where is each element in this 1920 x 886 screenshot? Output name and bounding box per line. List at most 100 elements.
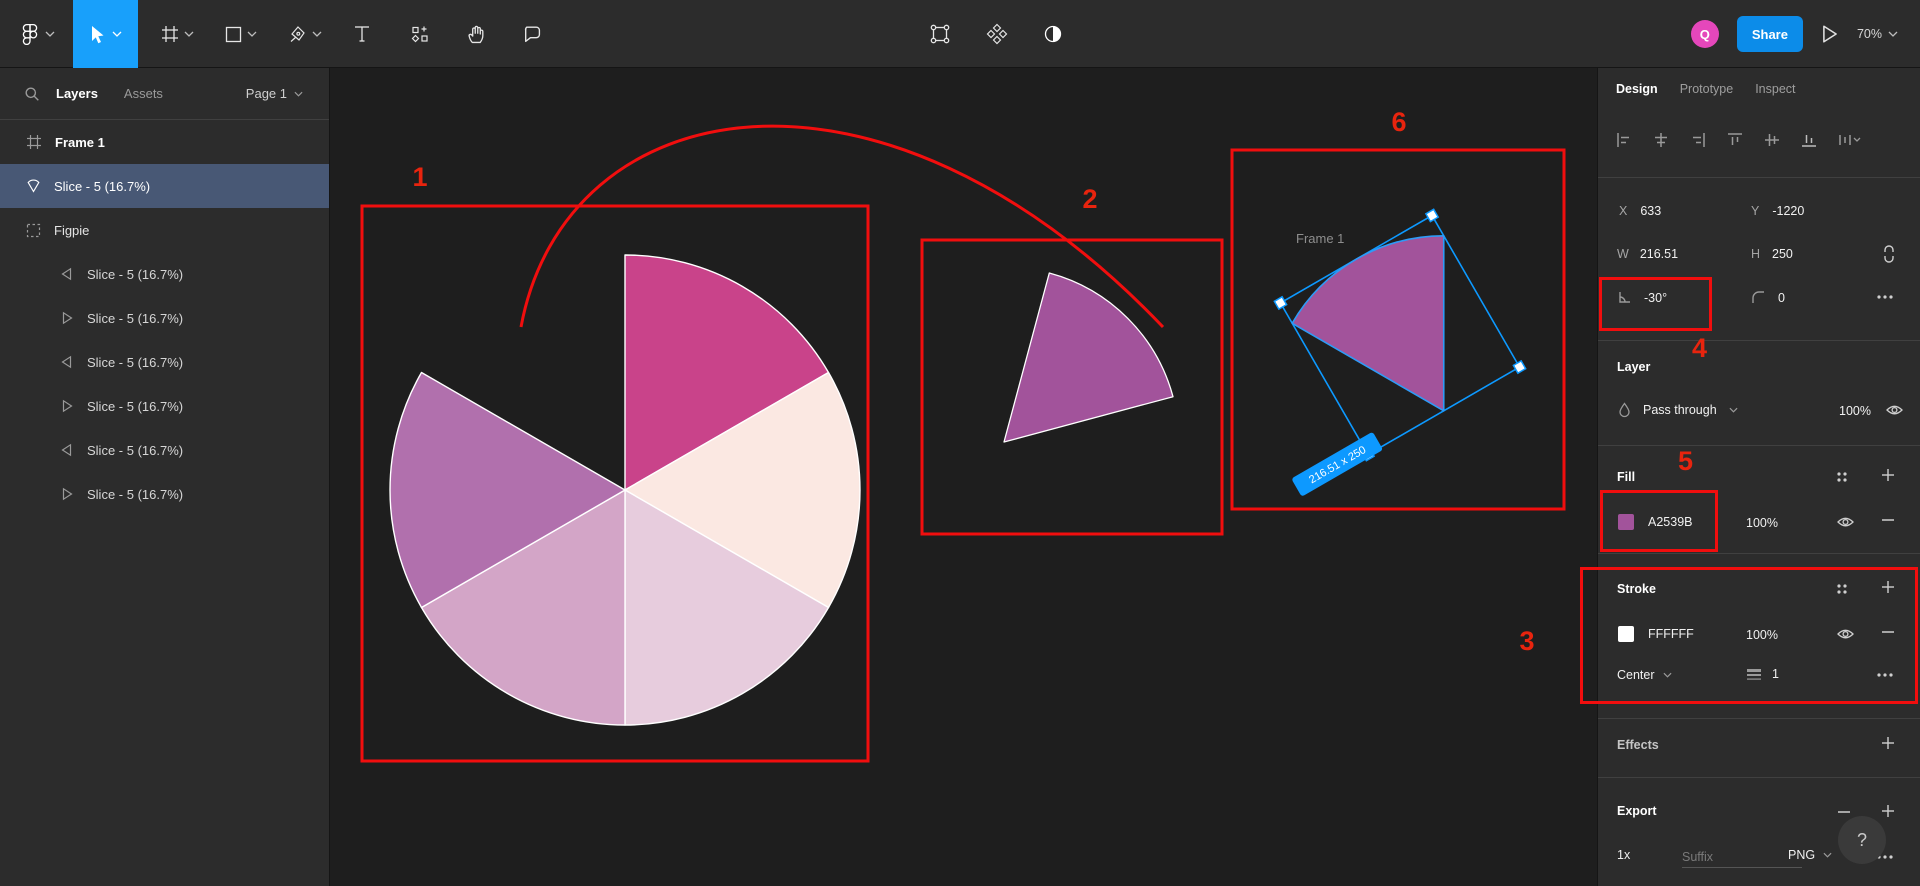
selection-handle[interactable]: [1426, 209, 1438, 221]
align-bottom-icon[interactable]: [1801, 132, 1817, 148]
selection-handle[interactable]: [1274, 297, 1286, 309]
stroke-color-swatch[interactable]: [1618, 626, 1634, 642]
share-button[interactable]: Share: [1737, 16, 1803, 52]
constrain-proportions-icon[interactable]: [1882, 244, 1896, 264]
stroke-add-icon[interactable]: [1881, 580, 1895, 594]
effects-add-icon[interactable]: [1881, 736, 1895, 750]
selection-handle[interactable]: [1513, 361, 1525, 373]
stroke-styles-icon[interactable]: [1835, 582, 1849, 596]
comment-icon: [522, 25, 541, 43]
x-position-field[interactable]: X 633: [1619, 204, 1661, 218]
align-horizontal-center-icon[interactable]: [1653, 132, 1669, 148]
corner-radius-value[interactable]: 0: [1778, 291, 1785, 305]
chevron-down-icon: [112, 31, 122, 37]
export-suffix-input[interactable]: [1682, 846, 1802, 868]
fill-hex-value[interactable]: A2539B: [1648, 515, 1692, 529]
layer-row-figpie[interactable]: Figpie: [0, 208, 329, 252]
fill-visibility-eye-icon[interactable]: [1837, 516, 1854, 528]
rotation-field[interactable]: -30°: [1617, 290, 1667, 305]
stroke-hex-value[interactable]: FFFFFF: [1648, 627, 1694, 641]
layer-row-slice[interactable]: Slice - 5 (16.7%): [0, 252, 329, 296]
layer-opacity-value[interactable]: 100%: [1839, 404, 1871, 418]
page-selector[interactable]: Page 1: [246, 86, 303, 101]
export-add-icon[interactable]: [1881, 804, 1895, 818]
help-button[interactable]: ?: [1838, 816, 1886, 864]
align-left-icon[interactable]: [1616, 132, 1632, 148]
layer-row-slice[interactable]: Slice - 5 (16.7%): [0, 296, 329, 340]
zoom-level-dropdown[interactable]: 70%: [1857, 27, 1898, 41]
export-scale-value[interactable]: 1x: [1617, 848, 1630, 862]
frame-name-label[interactable]: Frame 1: [1296, 231, 1344, 246]
layer-row-slice[interactable]: Slice - 5 (16.7%): [0, 384, 329, 428]
stroke-align-dropdown[interactable]: Center: [1617, 668, 1672, 682]
layer-row-slice[interactable]: Slice - 5 (16.7%): [0, 340, 329, 384]
pie-chart[interactable]: [390, 255, 860, 725]
hand-tool-button[interactable]: [454, 0, 498, 68]
tab-assets[interactable]: Assets: [124, 86, 163, 101]
stroke-weight-field[interactable]: 1: [1746, 667, 1779, 681]
align-right-icon[interactable]: [1690, 132, 1706, 148]
avatar[interactable]: Q: [1691, 20, 1719, 48]
y-value[interactable]: -1220: [1772, 204, 1804, 218]
y-position-field[interactable]: Y -1220: [1751, 204, 1804, 218]
stroke-remove-icon[interactable]: [1881, 630, 1895, 634]
tab-prototype[interactable]: Prototype: [1680, 82, 1734, 96]
corner-radius-field[interactable]: 0: [1751, 290, 1785, 305]
stroke-more-options-icon[interactable]: [1876, 672, 1894, 678]
main-menu-button[interactable]: [8, 0, 66, 68]
tab-design[interactable]: Design: [1616, 82, 1658, 96]
detached-slice[interactable]: [1004, 273, 1173, 442]
text-tool-button[interactable]: [340, 0, 384, 68]
x-value[interactable]: 633: [1640, 204, 1661, 218]
w-value[interactable]: 216.51: [1640, 247, 1678, 261]
layer-row-slice[interactable]: Slice - 5 (16.7%): [0, 428, 329, 472]
rotation-value[interactable]: -30°: [1644, 291, 1667, 305]
shape-tool-button[interactable]: [212, 0, 270, 68]
width-field[interactable]: W 216.51: [1617, 247, 1678, 261]
frame-tool-button[interactable]: [148, 0, 206, 68]
present-play-icon[interactable]: [1821, 24, 1839, 44]
export-format-dropdown[interactable]: PNG: [1788, 848, 1832, 862]
fill-remove-icon[interactable]: [1881, 518, 1895, 522]
stroke-visibility-eye-icon[interactable]: [1837, 628, 1854, 640]
fill-color-row[interactable]: A2539B: [1618, 514, 1692, 530]
pen-tool-button[interactable]: [276, 0, 334, 68]
blend-mode-dropdown[interactable]: Pass through: [1618, 402, 1738, 418]
layer-row-slice[interactable]: Slice - 5 (16.7%): [0, 472, 329, 516]
stroke-section-title: Stroke: [1617, 582, 1656, 596]
layer-row-frame1[interactable]: Frame 1: [0, 120, 329, 164]
layer-row-selected-slice[interactable]: Slice - 5 (16.7%): [0, 164, 329, 208]
selected-slice[interactable]: [1280, 215, 1519, 454]
mask-button[interactable]: [1033, 0, 1073, 68]
edit-object-button[interactable]: [920, 0, 960, 68]
export-remove-icon[interactable]: [1837, 810, 1851, 814]
variants-button[interactable]: [977, 0, 1017, 68]
distribute-more-icon[interactable]: [1838, 132, 1862, 148]
chevron-down-icon: [1823, 852, 1832, 858]
fill-add-icon[interactable]: [1881, 468, 1895, 482]
fill-color-swatch[interactable]: [1618, 514, 1634, 530]
align-top-icon[interactable]: [1727, 132, 1743, 148]
layer-visibility-eye-icon[interactable]: [1886, 404, 1903, 416]
blend-droplet-icon: [1618, 402, 1631, 418]
tab-inspect[interactable]: Inspect: [1755, 82, 1795, 96]
rectangle-tool-icon: [225, 26, 242, 43]
fill-styles-icon[interactable]: [1835, 470, 1849, 484]
align-vertical-center-icon[interactable]: [1764, 132, 1780, 148]
vector-triangle-right-icon: [60, 311, 74, 325]
more-options-icon[interactable]: [1876, 294, 1894, 300]
stroke-opacity-value[interactable]: 100%: [1746, 628, 1778, 642]
h-value[interactable]: 250: [1772, 247, 1793, 261]
component-tool-button[interactable]: [398, 0, 442, 68]
canvas[interactable]: Frame 1 216.51 x 250 1 2: [330, 68, 1597, 886]
tab-layers[interactable]: Layers: [56, 86, 98, 101]
comment-tool-button[interactable]: [508, 0, 554, 68]
stroke-weight-icon: [1746, 668, 1762, 681]
fill-opacity-value[interactable]: 100%: [1746, 516, 1778, 530]
selected-slice-group[interactable]: 216.51 x 250: [1210, 209, 1525, 497]
move-tool-button[interactable]: [73, 0, 138, 68]
stroke-color-row[interactable]: FFFFFF: [1618, 626, 1694, 642]
search-icon[interactable]: [24, 86, 40, 102]
stroke-weight-value[interactable]: 1: [1772, 667, 1779, 681]
height-field[interactable]: H 250: [1751, 247, 1793, 261]
